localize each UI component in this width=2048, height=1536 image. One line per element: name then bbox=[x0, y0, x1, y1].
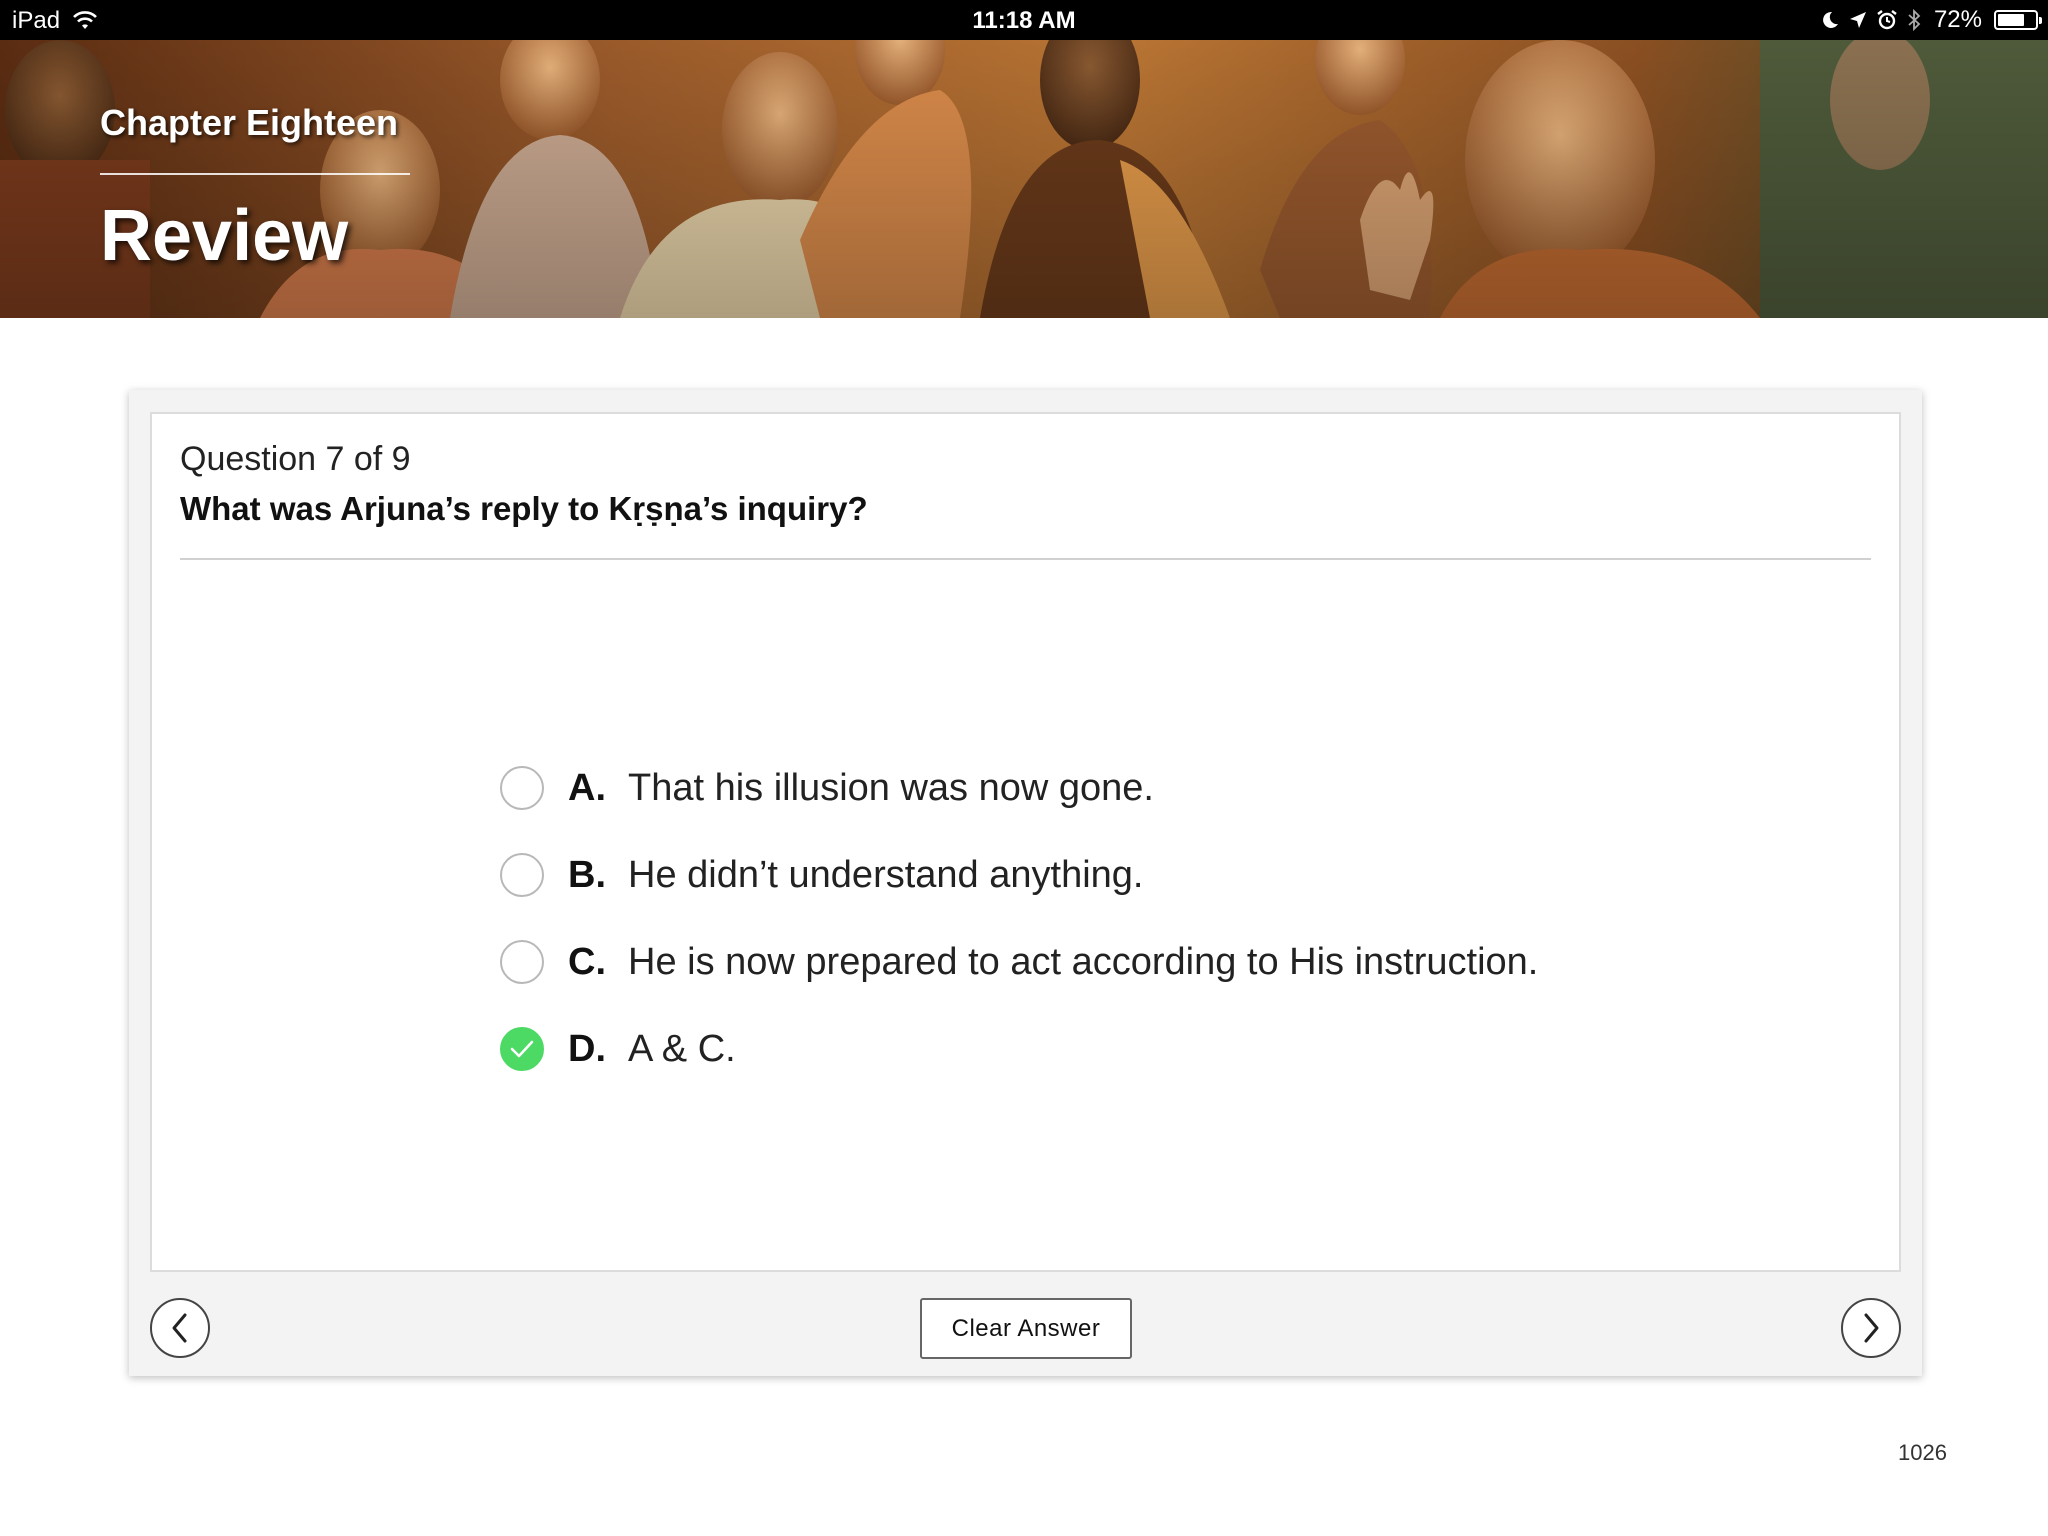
answer-options: A. That his illusion was now gone. B. He… bbox=[500, 758, 1538, 1106]
chevron-left-icon bbox=[172, 1313, 187, 1343]
chevron-right-icon bbox=[1864, 1313, 1879, 1343]
radio-button[interactable] bbox=[500, 766, 544, 810]
clear-answer-button[interactable]: Clear Answer bbox=[920, 1298, 1132, 1359]
battery-percent: 72% bbox=[1933, 6, 1982, 33]
previous-question-button[interactable] bbox=[150, 1298, 210, 1358]
question-text: What was Arjuna’s reply to Kṛṣṇa’s inqui… bbox=[180, 490, 868, 527]
option-letter: B. bbox=[568, 853, 606, 896]
option-text: He is now prepared to act according to H… bbox=[628, 940, 1539, 983]
question-divider bbox=[180, 558, 1871, 560]
answer-option-a[interactable]: A. That his illusion was now gone. bbox=[500, 758, 1538, 818]
answer-option-b[interactable]: B. He didn’t understand anything. bbox=[500, 845, 1538, 905]
review-quiz-widget: Question 7 of 9 What was Arjuna’s reply … bbox=[129, 390, 1922, 1376]
radio-button-selected[interactable] bbox=[500, 1027, 544, 1071]
next-question-button[interactable] bbox=[1841, 1298, 1901, 1358]
clock: 11:18 AM bbox=[972, 7, 1076, 34]
option-text: A & C. bbox=[628, 1027, 736, 1070]
chapter-label: Chapter Eighteen bbox=[100, 102, 399, 143]
page-number: 1026 bbox=[1898, 1440, 1947, 1465]
chapter-divider bbox=[100, 173, 410, 175]
question-card: Question 7 of 9 What was Arjuna’s reply … bbox=[150, 412, 1901, 1272]
chapter-banner: Chapter Eighteen Review bbox=[0, 40, 2048, 318]
status-icons: 72% bbox=[1820, 5, 2042, 35]
alarm-icon bbox=[1877, 10, 1897, 30]
location-arrow-icon bbox=[1849, 12, 1866, 28]
radio-button[interactable] bbox=[500, 853, 544, 897]
page-title: Review bbox=[100, 196, 349, 276]
answer-option-d[interactable]: D. A & C. bbox=[500, 1019, 1538, 1079]
radio-button[interactable] bbox=[500, 940, 544, 984]
status-bar: iPad 11:18 AM 72% bbox=[0, 0, 2048, 40]
option-text: That his illusion was now gone. bbox=[628, 766, 1154, 809]
moon-icon bbox=[1823, 11, 1838, 28]
option-letter: A. bbox=[568, 766, 606, 809]
battery-fill bbox=[1998, 14, 2024, 26]
ibook-page: iPad 11:18 AM 72% Chapter Eighteen Revie… bbox=[0, 0, 2048, 1536]
question-counter: Question 7 of 9 bbox=[180, 440, 411, 478]
option-letter: C. bbox=[568, 940, 606, 983]
checkmark-icon bbox=[510, 1040, 534, 1058]
answer-option-c[interactable]: C. He is now prepared to act according t… bbox=[500, 932, 1538, 992]
battery-icon bbox=[1994, 10, 2042, 30]
option-letter: D. bbox=[568, 1027, 606, 1070]
bluetooth-icon bbox=[1908, 8, 1921, 32]
option-text: He didn’t understand anything. bbox=[628, 853, 1144, 896]
